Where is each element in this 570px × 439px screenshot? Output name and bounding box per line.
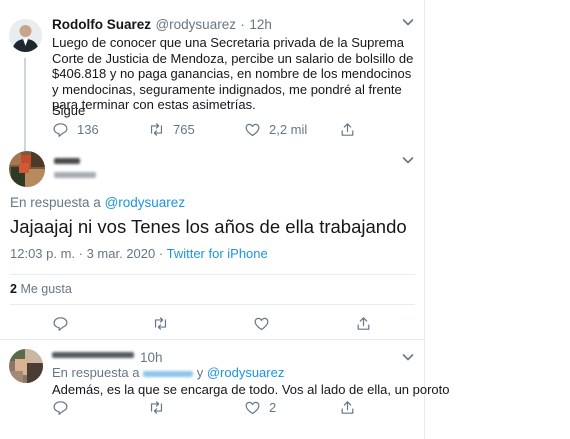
thread-continues-label[interactable]: Sigue xyxy=(52,103,85,119)
avatar-photo xyxy=(9,151,45,187)
like-button[interactable]: 2 xyxy=(244,399,276,416)
likes-label: Me gusta xyxy=(20,282,72,296)
like-button[interactable] xyxy=(253,315,270,332)
timeline-column: Rodolfo Suarez @rodysuarez · 12h Luego d… xyxy=(0,0,450,439)
avatar[interactable] xyxy=(9,151,45,187)
tweet-focused[interactable]: En respuesta a @rodysuarez Jajaajaj ni v… xyxy=(0,145,425,338)
share-button[interactable] xyxy=(339,121,356,138)
reply-count: 136 xyxy=(77,122,99,137)
heart-icon xyxy=(245,401,260,415)
reply-icon xyxy=(53,317,68,331)
share-button[interactable] xyxy=(339,399,356,416)
reply-prefix: En respuesta a xyxy=(10,195,101,210)
retweet-button[interactable] xyxy=(152,315,169,332)
avatar-photo xyxy=(9,349,43,383)
reply-context: En respuesta a @rodysuarez xyxy=(10,195,185,210)
avatar-photo xyxy=(9,19,42,52)
tweet-original[interactable]: Rodolfo Suarez @rodysuarez · 12h Luego d… xyxy=(0,0,425,152)
tweet-timestamp[interactable]: 12:03 p. m. · 3 mar. 2020 · xyxy=(10,246,163,261)
chevron-down-icon[interactable] xyxy=(400,152,416,168)
thread-connector xyxy=(24,58,26,152)
reply-context: En respuesta a y @rodysuarez xyxy=(52,365,284,380)
tweet-metadata: 12:03 p. m. · 3 mar. 2020 · Twitter for … xyxy=(10,246,268,261)
reply-button[interactable]: 136 xyxy=(52,121,99,138)
author-name-redacted[interactable] xyxy=(52,352,134,358)
like-button[interactable]: 2,2 mil xyxy=(244,121,307,138)
author-name[interactable]: Rodolfo Suarez xyxy=(52,17,151,32)
retweet-icon xyxy=(150,401,163,414)
separator-dot: · xyxy=(240,17,245,32)
author-handle-redacted[interactable] xyxy=(54,172,96,178)
tweet-text: Además, es la que se encarga de todo. Vo… xyxy=(52,382,450,397)
retweet-icon xyxy=(150,123,163,136)
like-count: 2 xyxy=(269,400,277,415)
tweet-time[interactable]: 10h xyxy=(140,350,163,365)
tweet-source[interactable]: Twitter for iPhone xyxy=(167,246,268,261)
tweet-text: Luego de conocer que una Secretaria priv… xyxy=(52,35,414,112)
like-count: 2,2 mil xyxy=(269,122,308,137)
retweet-count: 765 xyxy=(173,122,195,137)
retweet-icon xyxy=(154,317,167,330)
share-icon xyxy=(341,123,354,136)
retweet-button[interactable] xyxy=(148,399,165,416)
reply-prefix: En respuesta a xyxy=(52,365,140,380)
heart-icon xyxy=(245,123,260,137)
divider xyxy=(10,274,415,275)
author-handle[interactable]: @rodysuarez xyxy=(155,17,236,32)
share-icon xyxy=(357,317,370,330)
likes-count: 2 xyxy=(10,282,17,296)
tweet-time[interactable]: 12h xyxy=(249,17,272,32)
reply-to-link[interactable]: @rodysuarez xyxy=(105,195,186,210)
retweet-button[interactable]: 765 xyxy=(148,121,195,138)
reply-icon xyxy=(53,401,68,415)
share-icon xyxy=(341,401,354,414)
tweet-text: Jajaajaj ni vos Tenes los años de ella t… xyxy=(10,216,407,237)
reply-button[interactable] xyxy=(52,315,69,332)
likes-summary[interactable]: 2 Me gusta xyxy=(10,282,72,296)
divider xyxy=(10,304,415,305)
reply-joiner: y xyxy=(196,365,204,380)
reply-to-redacted[interactable] xyxy=(143,370,194,377)
reply-icon xyxy=(53,123,68,137)
avatar[interactable] xyxy=(9,19,42,52)
chevron-down-icon[interactable] xyxy=(400,14,416,30)
heart-icon xyxy=(254,317,269,331)
avatar[interactable] xyxy=(9,349,43,383)
tweet-reply[interactable]: 10h En respuesta a y @rodysuarez Además,… xyxy=(0,340,450,439)
author-name-redacted[interactable] xyxy=(54,158,80,164)
share-button[interactable] xyxy=(355,315,372,332)
reply-to-link[interactable]: @rodysuarez xyxy=(207,365,285,380)
chevron-down-icon[interactable] xyxy=(400,349,416,365)
reply-button[interactable] xyxy=(52,399,69,416)
